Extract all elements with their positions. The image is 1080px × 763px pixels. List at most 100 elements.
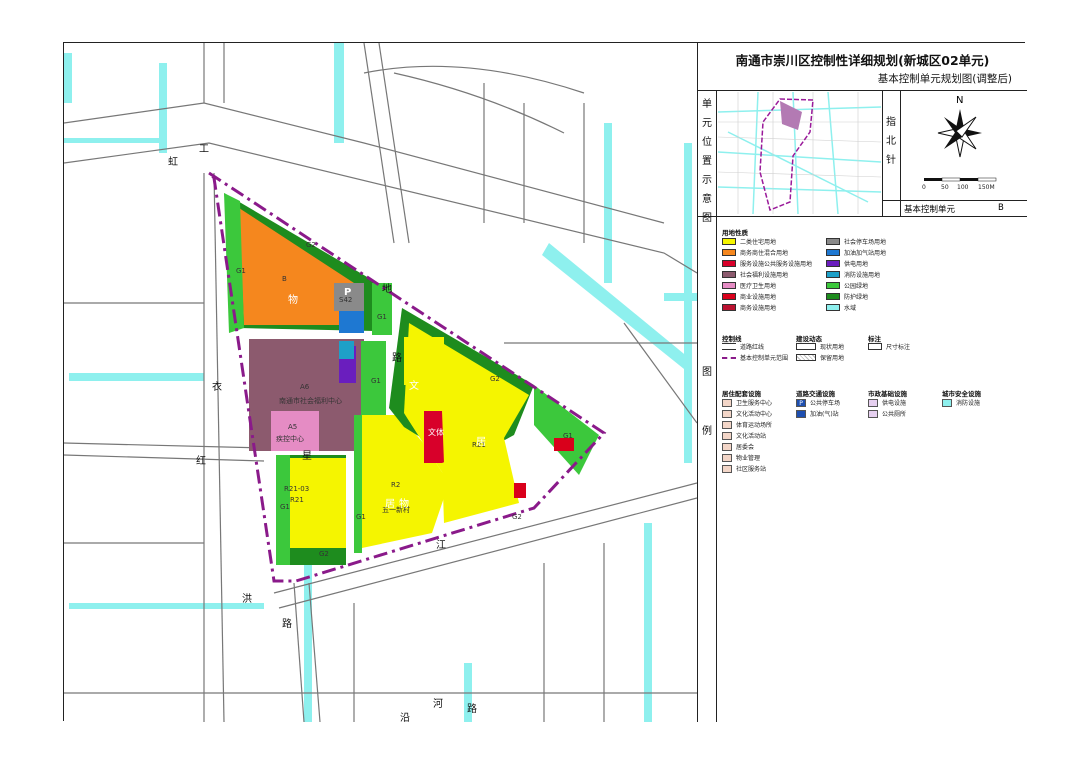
parcel-name: 南通市社会福利中心 <box>279 397 342 405</box>
legend-item: 消防设施 <box>942 398 980 407</box>
location-minimap <box>718 92 881 214</box>
legend-item: 供电设施 <box>868 398 906 407</box>
legend-swatch <box>722 260 736 267</box>
property-icon: 物 <box>288 295 298 306</box>
legend-label: 卫生服务中心 <box>736 400 773 407</box>
road-label: 路 <box>392 353 402 364</box>
legend-item: 公园绿地 <box>826 281 868 290</box>
legend-swatch <box>826 271 840 278</box>
legend-label: 水域 <box>844 305 857 312</box>
legend-item: 道路红线 <box>722 342 764 351</box>
legend-swatch <box>722 282 736 289</box>
legend-header: 居住配套设施 <box>722 390 761 398</box>
north-letter: N <box>956 95 964 106</box>
scale-tick: 0 <box>922 184 926 191</box>
parcel-code: R21-03 <box>284 485 310 493</box>
legend-header: 市政基础设施 <box>868 390 907 398</box>
scale-tick: 100 <box>957 184 969 191</box>
facility-icon <box>722 420 732 429</box>
legend-item: 医疗卫生用地 <box>722 281 776 290</box>
road-label: 工 <box>199 144 209 155</box>
facility-icon <box>722 442 732 451</box>
parcel-code: B <box>282 275 287 283</box>
parcel-code: R21 <box>290 496 304 504</box>
legend-label: 居委会 <box>736 444 755 451</box>
legend-swatch <box>826 260 840 267</box>
legend-label: 医疗卫生用地 <box>740 283 777 290</box>
legend-label: 加油加气站用地 <box>844 250 887 257</box>
scale-tick: 50 <box>941 184 949 191</box>
legend-label: 文化活动中心 <box>736 411 773 418</box>
legend-header: 道路交通设施 <box>796 390 835 398</box>
residents-icon: 居 <box>476 437 486 448</box>
legend-item: 尺寸标注 <box>868 342 910 351</box>
legend-swatch <box>826 282 840 289</box>
facility-icon <box>722 453 732 462</box>
legend-label: 供电用地 <box>844 261 869 268</box>
facility-icon <box>722 398 732 407</box>
legend-label: 公园绿地 <box>844 283 869 290</box>
facility-icon <box>722 409 732 418</box>
legend-item: 防护绿地 <box>826 292 868 301</box>
page-subtitle: 基本控制单元规划图(调整后) <box>877 73 1012 85</box>
legend-item: 文化活动中心 <box>722 409 772 418</box>
page-title: 南通市崇川区控制性详细规划(新城区02单元) <box>735 53 990 68</box>
legend-swatch <box>826 293 840 300</box>
parcel-code: G1 <box>280 503 290 511</box>
legend-label: 社会停车场用地 <box>844 239 887 246</box>
legend-item: 现状用地 <box>796 342 844 351</box>
culture-icon: 文 <box>409 381 419 392</box>
legend-swatch <box>826 249 840 256</box>
legend-label: 服务设施公共服务设施用地 <box>740 261 813 268</box>
road-label: 星 <box>302 451 312 462</box>
legend-item: 商务商住混合用地 <box>722 248 788 257</box>
parcel-code: G1 <box>236 267 246 275</box>
legend-header: 用地性质 <box>722 229 748 237</box>
legend-header: 城市安全设施 <box>942 390 981 398</box>
legend-swatch <box>722 238 736 245</box>
legend-swatch <box>722 304 736 311</box>
parcel-code: G2 <box>490 375 500 383</box>
legend-label: 二类住宅用地 <box>740 239 777 246</box>
legend-label: 文化活动站 <box>736 433 767 440</box>
road-label: 沿 <box>400 713 410 724</box>
north-heading: 指北针 <box>886 117 896 166</box>
legend-swatch <box>722 293 736 300</box>
legend-item: 居委会 <box>722 442 754 451</box>
culture-sports-icon: 文体 <box>428 428 444 437</box>
road-label: 路 <box>282 619 292 630</box>
legend-label: 物业管理 <box>736 455 761 462</box>
legend-item: 水域 <box>826 303 856 312</box>
parcel-code: G2 <box>306 241 316 249</box>
legend-swatch <box>826 304 840 311</box>
legend-label: 社会福利设施用地 <box>740 272 789 279</box>
legend-item: 卫生服务中心 <box>722 398 772 407</box>
parcel-code: G1 <box>563 432 573 440</box>
map-sheet: 工 虹 衣 红 星 洪 路 江 路 地 沿 河 路 G1 G2 B S42 G1… <box>63 42 1027 724</box>
scale-tick: 150M <box>978 184 995 191</box>
legend-swatch <box>826 238 840 245</box>
legend-item: 物业管理 <box>722 453 760 462</box>
north-arrow-icon <box>937 109 982 158</box>
legend-label: 商业设施用地 <box>740 294 777 301</box>
legend-swatch <box>722 271 736 278</box>
parcel-code: G1 <box>377 313 387 321</box>
legend-label: 商务设施用地 <box>740 305 777 312</box>
legend-item: P 公共停车场 <box>796 398 840 407</box>
parcel-name: 疾控中心 <box>276 435 304 443</box>
legend-panel: 南通市崇川区控制性详细规划(新城区02单元) 基本控制单元规划图(调整后) 单元… <box>697 43 1027 722</box>
legend-swatch <box>722 249 736 256</box>
road-label: 河 <box>433 699 443 710</box>
legend-item: 供电用地 <box>826 259 868 268</box>
facility-icon <box>722 464 732 473</box>
legend-item: 加油加气站用地 <box>826 248 886 257</box>
legend-item: 社区服务站 <box>722 464 766 473</box>
road-label: 衣 <box>212 382 222 393</box>
parcel-code: G2 <box>512 513 522 521</box>
property-icon: 物 <box>399 499 409 510</box>
legend-item: 文化活动站 <box>722 431 766 440</box>
legend-item: 基本控制单元范围 <box>722 353 788 362</box>
parcel-code: A6 <box>300 383 310 391</box>
unit-label: 基本控制单元 <box>904 205 956 215</box>
road-label: 红 <box>196 456 206 467</box>
